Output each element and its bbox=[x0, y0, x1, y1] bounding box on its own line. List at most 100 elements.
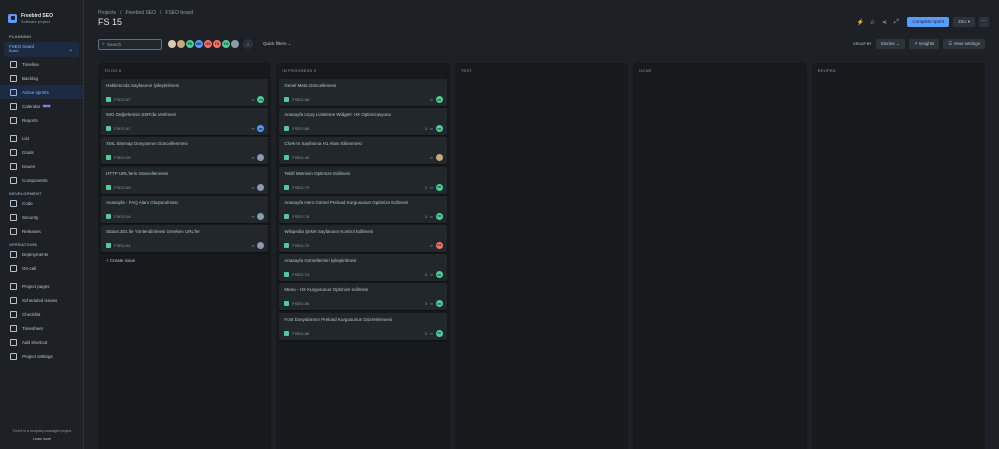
issue-card[interactable]: Anasayfa - FAQ Alanı Oluşturulması FSEO-5… bbox=[101, 195, 269, 223]
issue-key[interactable]: FSEO-85 bbox=[292, 126, 309, 131]
sidebar-item-label: Timesheet bbox=[22, 325, 43, 331]
assignee-avatar[interactable]: FK bbox=[435, 96, 443, 103]
issue-key[interactable]: FSEO-87 bbox=[114, 126, 131, 131]
quick-filters-dropdown[interactable]: Quick filters ⌄ bbox=[263, 41, 292, 47]
jsu-dropdown[interactable]: JSU ▾ bbox=[952, 17, 975, 27]
issue-key[interactable]: FSEO-88 bbox=[292, 331, 309, 336]
breadcrumb-board[interactable]: FSEO board bbox=[165, 10, 193, 16]
priority-medium-icon: ═ bbox=[251, 242, 255, 248]
issue-card[interactable]: Anasayfa Görsellerinin İyileştirilmesi FS… bbox=[279, 254, 447, 282]
issue-card[interactable]: Teklif Metninin Optimize Edilmesi FSEO-79… bbox=[279, 166, 447, 194]
issue-key[interactable]: FSEO-45 bbox=[292, 155, 309, 160]
breadcrumb-projects[interactable]: Projects bbox=[98, 10, 116, 16]
project-header[interactable]: Freebird SEO Software project bbox=[0, 0, 83, 26]
assignee-avatar[interactable] bbox=[257, 183, 265, 191]
main-content: Projects / Freebird SEO / FSEO board FS 15 ⚡… bbox=[84, 0, 999, 449]
assignee-avatar[interactable]: FK bbox=[435, 271, 443, 279]
avatar[interactable] bbox=[230, 39, 240, 49]
sidebar-item-calendar[interactable]: Calendar NEW bbox=[0, 99, 83, 113]
view-settings-button[interactable]: ☰ View settings bbox=[943, 39, 985, 49]
insights-button[interactable]: ↗ Insights bbox=[908, 39, 940, 49]
sidebar-item-reports[interactable]: Reports bbox=[0, 113, 83, 127]
fullscreen-icon[interactable]: ⤢ bbox=[892, 18, 900, 26]
assignee-avatar[interactable] bbox=[435, 154, 443, 162]
assignee-avatar[interactable]: FK bbox=[435, 329, 443, 337]
search-icon: ⌕ bbox=[102, 41, 105, 47]
settings-icon bbox=[10, 352, 17, 360]
issue-key[interactable]: FSEO-89 bbox=[114, 185, 131, 190]
issue-key[interactable]: FSEO-87 bbox=[114, 97, 131, 102]
more-actions-button[interactable]: ··· bbox=[979, 17, 989, 27]
sidebar-item-on-call[interactable]: On-call bbox=[0, 261, 83, 275]
sidebar-item-add-shortcut[interactable]: Add shortcut bbox=[0, 335, 83, 349]
issues-icon bbox=[10, 162, 17, 170]
issue-meta: FSEO-89 bbox=[106, 184, 131, 190]
sidebar-item-project-pages[interactable]: Project pages bbox=[0, 279, 83, 293]
issue-key[interactable]: FSEO-54 bbox=[114, 214, 131, 219]
project-type: Software project bbox=[21, 18, 50, 24]
issue-right-meta: ═ bbox=[430, 154, 443, 162]
assignee-avatar[interactable]: FK bbox=[435, 212, 443, 220]
assignee-avatar[interactable]: YO bbox=[257, 96, 265, 103]
issue-card[interactable]: Anasayfa Hero Görsel Preload Kurgusunun … bbox=[279, 195, 447, 223]
sidebar-item-active-sprints[interactable]: Active sprints bbox=[0, 85, 83, 99]
issue-card[interactable]: Font Dosyalarının Preload Kurgusunun Düz… bbox=[279, 312, 447, 340]
sidebar-item-project-settings[interactable]: Project settings bbox=[0, 349, 83, 363]
assignee-avatar[interactable]: FK bbox=[435, 183, 443, 191]
sidebar-item-issues[interactable]: Issues bbox=[0, 159, 83, 173]
issue-key[interactable]: FSEO-90 bbox=[114, 155, 131, 160]
issue-card[interactable]: Chek-In Sayfasına H1 Alanı Eklenmesi FSEO… bbox=[279, 137, 447, 165]
share-icon[interactable]: ⋖ bbox=[880, 18, 888, 26]
complete-sprint-button[interactable]: Complete sprint bbox=[907, 17, 949, 27]
assignee-avatar[interactable] bbox=[257, 154, 265, 162]
issue-key[interactable]: FSEO-76 bbox=[292, 214, 309, 219]
priority-medium-icon: ═ bbox=[251, 213, 255, 219]
issue-key[interactable]: FSEO-68 bbox=[292, 97, 309, 102]
sidebar-item-label: Project settings bbox=[22, 353, 53, 359]
issue-key[interactable]: FSEO-70 bbox=[292, 243, 309, 248]
issue-card[interactable]: Anasayfa Uçuş Listeleme Widget'ı HX Opti… bbox=[279, 108, 447, 136]
sidebar-item-releases[interactable]: Releases bbox=[0, 224, 83, 238]
search-input[interactable]: ⌕ Search bbox=[98, 38, 162, 50]
breadcrumb-project[interactable]: Freebird SEO bbox=[125, 10, 156, 16]
sidebar-item-deployments[interactable]: Deployments bbox=[0, 247, 83, 261]
assignee-avatar[interactable] bbox=[257, 212, 265, 220]
assignee-avatar[interactable]: OS bbox=[435, 241, 443, 249]
issue-key[interactable]: FSEO-85 bbox=[292, 301, 309, 306]
assignee-avatar[interactable] bbox=[257, 241, 265, 249]
sidebar-item-timesheet[interactable]: Timesheet bbox=[0, 321, 83, 335]
issue-card[interactable]: Hakkımızda Sayfasının İyileştirilmesi FSE… bbox=[101, 79, 269, 106]
issue-key[interactable]: FSEO-79 bbox=[292, 185, 309, 190]
issue-card[interactable]: Genel Meta Güncellemesi FSEO-68 ═ FK bbox=[279, 79, 447, 106]
board-selector[interactable]: FSEO board Board ⌄ bbox=[4, 42, 79, 57]
issue-card[interactable]: XML Sitemap Dosyasının Güncellenmesi FSEO… bbox=[101, 137, 269, 165]
sidebar-item-checklist[interactable]: Checklist bbox=[0, 307, 83, 321]
assignee-avatar[interactable]: FK bbox=[435, 300, 443, 308]
sidebar-item-components[interactable]: Components bbox=[0, 173, 83, 187]
star-icon[interactable]: ☆ bbox=[868, 18, 876, 26]
issue-card[interactable]: HTTP URL'lerin Güncellenmesi FSEO-89 ═ bbox=[101, 166, 269, 194]
story-points: 3 bbox=[424, 126, 427, 132]
sidebar-item-scheduled-issues[interactable]: Scheduled issues bbox=[0, 293, 83, 307]
add-people-icon[interactable]: + bbox=[243, 39, 253, 49]
reports-icon bbox=[10, 116, 17, 124]
issue-key[interactable]: FSEO-81 bbox=[114, 243, 131, 248]
create-issue-button[interactable]: + Create issue bbox=[101, 254, 268, 267]
learn-more-link[interactable]: Learn more bbox=[0, 437, 84, 441]
issue-title: XML Sitemap Dosyasının Güncellenmesi bbox=[106, 141, 188, 147]
issue-key[interactable]: FSEO-74 bbox=[292, 272, 309, 277]
sidebar-item-code[interactable]: Code bbox=[0, 196, 83, 210]
sidebar-item-security[interactable]: Security bbox=[0, 210, 83, 224]
issue-card[interactable]: Menu - HX Kurgusunun Optimize edilmesi FS… bbox=[279, 283, 447, 311]
sidebar-item-list[interactable]: List bbox=[0, 131, 83, 145]
issue-card[interactable]: IMG Değerlerinin SSR'da Verilmesi FSEO-87… bbox=[101, 108, 269, 136]
assignee-avatar[interactable]: FK bbox=[435, 125, 443, 133]
issue-card[interactable]: Status:301 İle Yönlendirilmesi Gereken U… bbox=[101, 224, 269, 252]
lightning-icon[interactable]: ⚡ bbox=[856, 18, 864, 26]
assignee-avatar[interactable]: MK bbox=[257, 125, 265, 133]
sidebar-item-backlog[interactable]: Backlog bbox=[0, 71, 83, 85]
issue-card[interactable]: Wikipedia Şirket Sayfasının Kontrol Edil… bbox=[279, 224, 447, 252]
sidebar-item-goals[interactable]: Goals bbox=[0, 145, 83, 159]
group-by-dropdown[interactable]: Stories ⌄ bbox=[875, 39, 905, 49]
sidebar-item-timeline[interactable]: Timeline bbox=[0, 57, 83, 71]
